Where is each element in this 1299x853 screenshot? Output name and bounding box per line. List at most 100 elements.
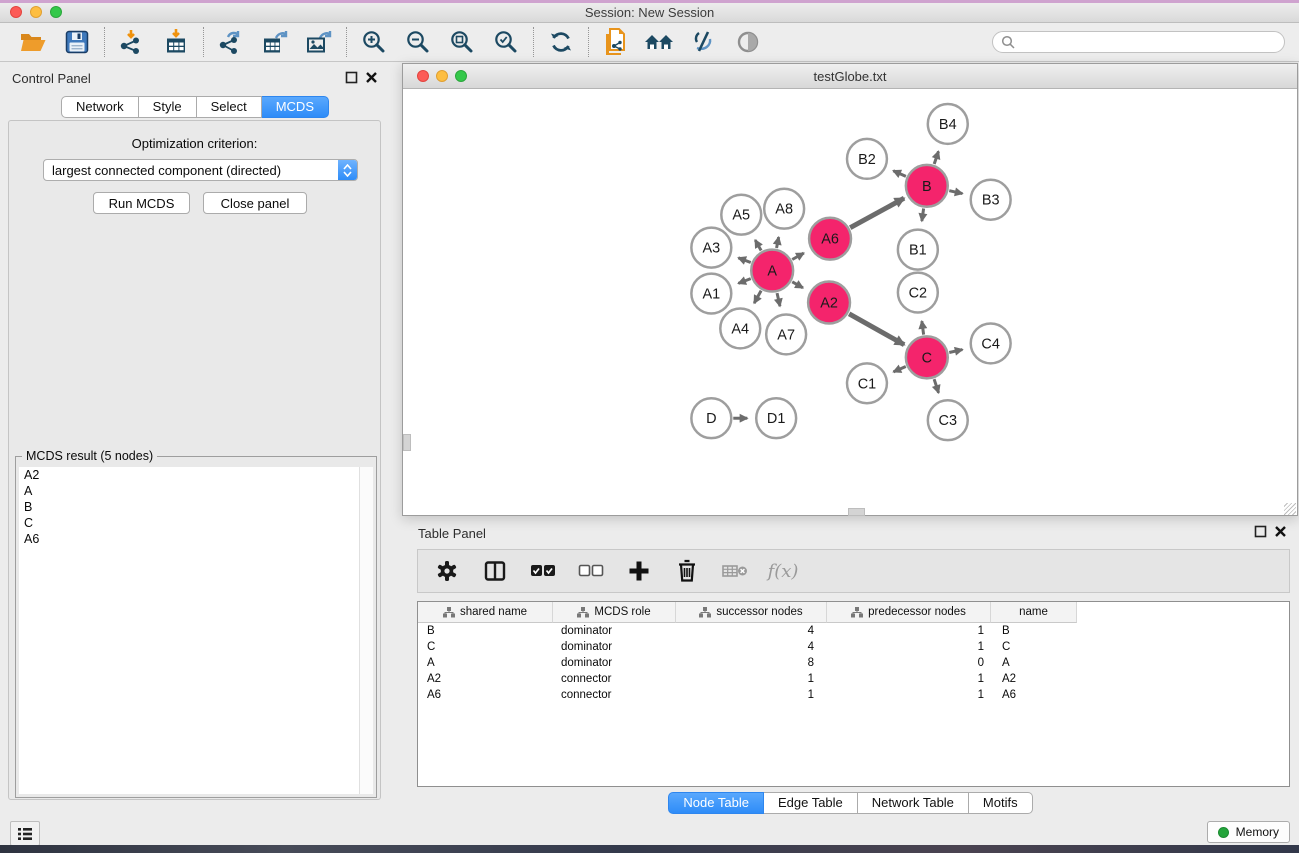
table-cell[interactable]: A6 bbox=[991, 689, 1077, 701]
graph-edge-A-A8[interactable] bbox=[777, 237, 779, 248]
function-builder-icon[interactable]: f(x) bbox=[770, 558, 796, 584]
tab-select[interactable]: Select bbox=[197, 96, 262, 118]
result-item[interactable]: A2 bbox=[19, 467, 359, 483]
zoom-out-button[interactable] bbox=[402, 26, 434, 58]
graph-edge-B-B1[interactable] bbox=[922, 209, 924, 221]
table-cell[interactable]: dominator bbox=[553, 641, 676, 653]
graph-edge-B-B3[interactable] bbox=[949, 191, 962, 194]
show-graphics-button[interactable] bbox=[732, 26, 764, 58]
float-panel-icon[interactable] bbox=[1254, 525, 1267, 538]
criterion-dropdown[interactable]: largest connected component (directed) bbox=[43, 159, 358, 181]
home-button[interactable] bbox=[644, 26, 676, 58]
table-cell[interactable]: 1 bbox=[827, 689, 991, 701]
gear-icon[interactable] bbox=[434, 558, 460, 584]
tab-node-table[interactable]: Node Table bbox=[668, 792, 764, 814]
tab-edge-table[interactable]: Edge Table bbox=[764, 792, 858, 814]
table-row[interactable]: Adominator80A bbox=[418, 655, 1289, 671]
table-cell[interactable]: A6 bbox=[418, 689, 553, 701]
table-cell[interactable]: A bbox=[418, 657, 553, 669]
hide-details-button[interactable] bbox=[688, 26, 720, 58]
export-table-button[interactable] bbox=[259, 26, 291, 58]
search-box[interactable] bbox=[992, 31, 1285, 53]
table-cell[interactable]: C bbox=[418, 641, 553, 653]
column-header-MCDS-role[interactable]: MCDS role bbox=[553, 602, 676, 623]
deselect-checkboxes-icon[interactable] bbox=[578, 558, 604, 584]
graph-edge-A2-C[interactable] bbox=[849, 314, 904, 345]
tab-motifs[interactable]: Motifs bbox=[969, 792, 1033, 814]
table-cell[interactable]: 1 bbox=[676, 689, 827, 701]
memory-button[interactable]: Memory bbox=[1207, 821, 1290, 843]
apply-layout-button[interactable] bbox=[545, 26, 577, 58]
open-session-button[interactable] bbox=[17, 26, 49, 58]
table-cell[interactable]: 1 bbox=[827, 673, 991, 685]
table-cell[interactable]: A2 bbox=[991, 673, 1077, 685]
table-cell[interactable]: 8 bbox=[676, 657, 827, 669]
table-cell[interactable]: connector bbox=[553, 689, 676, 701]
network-window-titlebar[interactable]: testGlobe.txt bbox=[403, 64, 1297, 89]
close-panel-icon[interactable] bbox=[1274, 525, 1287, 538]
result-item[interactable]: C bbox=[19, 515, 359, 531]
table-cell[interactable]: A2 bbox=[418, 673, 553, 685]
column-header-name[interactable]: name bbox=[991, 602, 1077, 623]
graph-edge-A-A3[interactable] bbox=[738, 258, 750, 263]
table-cell[interactable]: dominator bbox=[553, 657, 676, 669]
graph-edge-A-A7[interactable] bbox=[777, 293, 780, 306]
delete-table-icon[interactable] bbox=[722, 558, 748, 584]
network-canvas[interactable]: B4B2BB3A8A5A6A3B1AC2A1A2A4A7C4CC1DD1C3 bbox=[404, 90, 1296, 515]
graph-edge-C-C2[interactable] bbox=[922, 321, 924, 334]
table-cell[interactable]: dominator bbox=[553, 625, 676, 637]
resize-grip[interactable] bbox=[1284, 503, 1296, 515]
delete-icon[interactable] bbox=[674, 558, 700, 584]
table-row[interactable]: Cdominator41C bbox=[418, 639, 1289, 655]
tab-style[interactable]: Style bbox=[139, 96, 197, 118]
zoom-in-button[interactable] bbox=[358, 26, 390, 58]
export-network-button[interactable] bbox=[215, 26, 247, 58]
network-overview-button[interactable] bbox=[600, 26, 632, 58]
close-panel-icon[interactable] bbox=[365, 71, 378, 84]
result-item[interactable]: B bbox=[19, 499, 359, 515]
graph-edge-A6-B[interactable] bbox=[850, 198, 904, 227]
node-table[interactable]: shared nameMCDS rolesuccessor nodesprede… bbox=[417, 601, 1290, 787]
tab-network[interactable]: Network bbox=[61, 96, 139, 118]
graph-edge-A-A4[interactable] bbox=[754, 291, 761, 303]
graph-edge-A-A2[interactable] bbox=[792, 282, 803, 288]
table-cell[interactable]: connector bbox=[553, 673, 676, 685]
table-cell[interactable]: 1 bbox=[676, 673, 827, 685]
table-cell[interactable]: 4 bbox=[676, 625, 827, 637]
add-column-icon[interactable] bbox=[626, 558, 652, 584]
save-session-button[interactable] bbox=[61, 26, 93, 58]
split-columns-icon[interactable] bbox=[482, 558, 508, 584]
select-all-checkboxes-icon[interactable] bbox=[530, 558, 556, 584]
graph-edge-A-A5[interactable] bbox=[755, 240, 761, 250]
result-item[interactable]: A6 bbox=[19, 531, 359, 547]
column-header-predecessor-nodes[interactable]: predecessor nodes bbox=[827, 602, 991, 623]
table-row[interactable]: Bdominator41B bbox=[418, 623, 1289, 639]
graph-edge-A-A1[interactable] bbox=[738, 279, 750, 284]
search-input[interactable] bbox=[1020, 34, 1276, 50]
graph-edge-A-A6[interactable] bbox=[792, 253, 804, 259]
table-cell[interactable]: 1 bbox=[827, 625, 991, 637]
zoom-fit-button[interactable] bbox=[446, 26, 478, 58]
table-cell[interactable]: B bbox=[418, 625, 553, 637]
import-table-button[interactable] bbox=[160, 26, 192, 58]
table-row[interactable]: A6connector11A6 bbox=[418, 687, 1289, 703]
table-cell[interactable]: 0 bbox=[827, 657, 991, 669]
result-item[interactable]: A bbox=[19, 483, 359, 499]
float-panel-icon[interactable] bbox=[345, 71, 358, 84]
graph-edge-C-C3[interactable] bbox=[934, 379, 938, 393]
graph-edge-B-B4[interactable] bbox=[934, 151, 938, 164]
table-cell[interactable]: 4 bbox=[676, 641, 827, 653]
column-header-successor-nodes[interactable]: successor nodes bbox=[676, 602, 827, 623]
table-row[interactable]: A2connector11A2 bbox=[418, 671, 1289, 687]
table-cell[interactable]: B bbox=[991, 625, 1077, 637]
export-image-button[interactable] bbox=[303, 26, 335, 58]
close-panel-button[interactable]: Close panel bbox=[203, 192, 307, 214]
tab-mcds[interactable]: MCDS bbox=[262, 96, 329, 118]
result-scrollbar[interactable] bbox=[359, 467, 373, 794]
column-header-shared-name[interactable]: shared name bbox=[418, 602, 553, 623]
tab-network-table[interactable]: Network Table bbox=[858, 792, 969, 814]
table-cell[interactable]: 1 bbox=[827, 641, 991, 653]
import-network-button[interactable] bbox=[116, 26, 148, 58]
table-cell[interactable]: A bbox=[991, 657, 1077, 669]
graph-edge-C-C1[interactable] bbox=[893, 366, 905, 371]
